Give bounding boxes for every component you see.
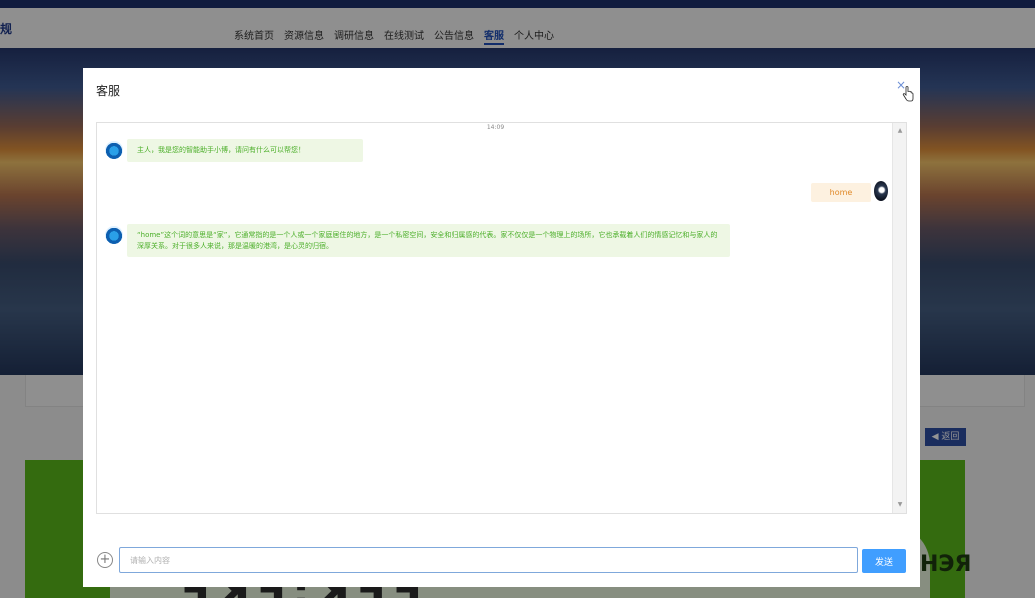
bot-message: 主人，我是您的智能助手小博，请问有什么可以帮您！ [127, 139, 363, 162]
chat-timestamp: 14:09 [486, 124, 505, 131]
bot-avatar [105, 141, 123, 159]
scroll-down-icon[interactable]: ▼ [893, 499, 906, 511]
add-attachment-icon[interactable]: + [97, 552, 113, 568]
send-button[interactable]: 发送 [862, 549, 906, 573]
customer-service-dialog: 客服 × 14:09 主人，我是您的智能助手小博，请问有什么可以帮您！ home… [83, 68, 920, 587]
chat-scrollbar[interactable]: ▲ ▼ [892, 123, 906, 513]
user-avatar [874, 181, 888, 201]
user-message: home [811, 183, 871, 202]
hand-cursor-icon [902, 86, 914, 102]
chat-history[interactable]: 14:09 主人，我是您的智能助手小博，请问有什么可以帮您！ home “hom… [96, 122, 907, 514]
message-input[interactable] [119, 547, 858, 573]
dialog-title: 客服 [96, 84, 121, 98]
bot-avatar [105, 226, 123, 244]
scroll-up-icon[interactable]: ▲ [893, 125, 906, 137]
bot-message: “home”这个词的意思是“家”，它通常指的是一个人或一个家庭居住的地方，是一个… [127, 224, 730, 257]
